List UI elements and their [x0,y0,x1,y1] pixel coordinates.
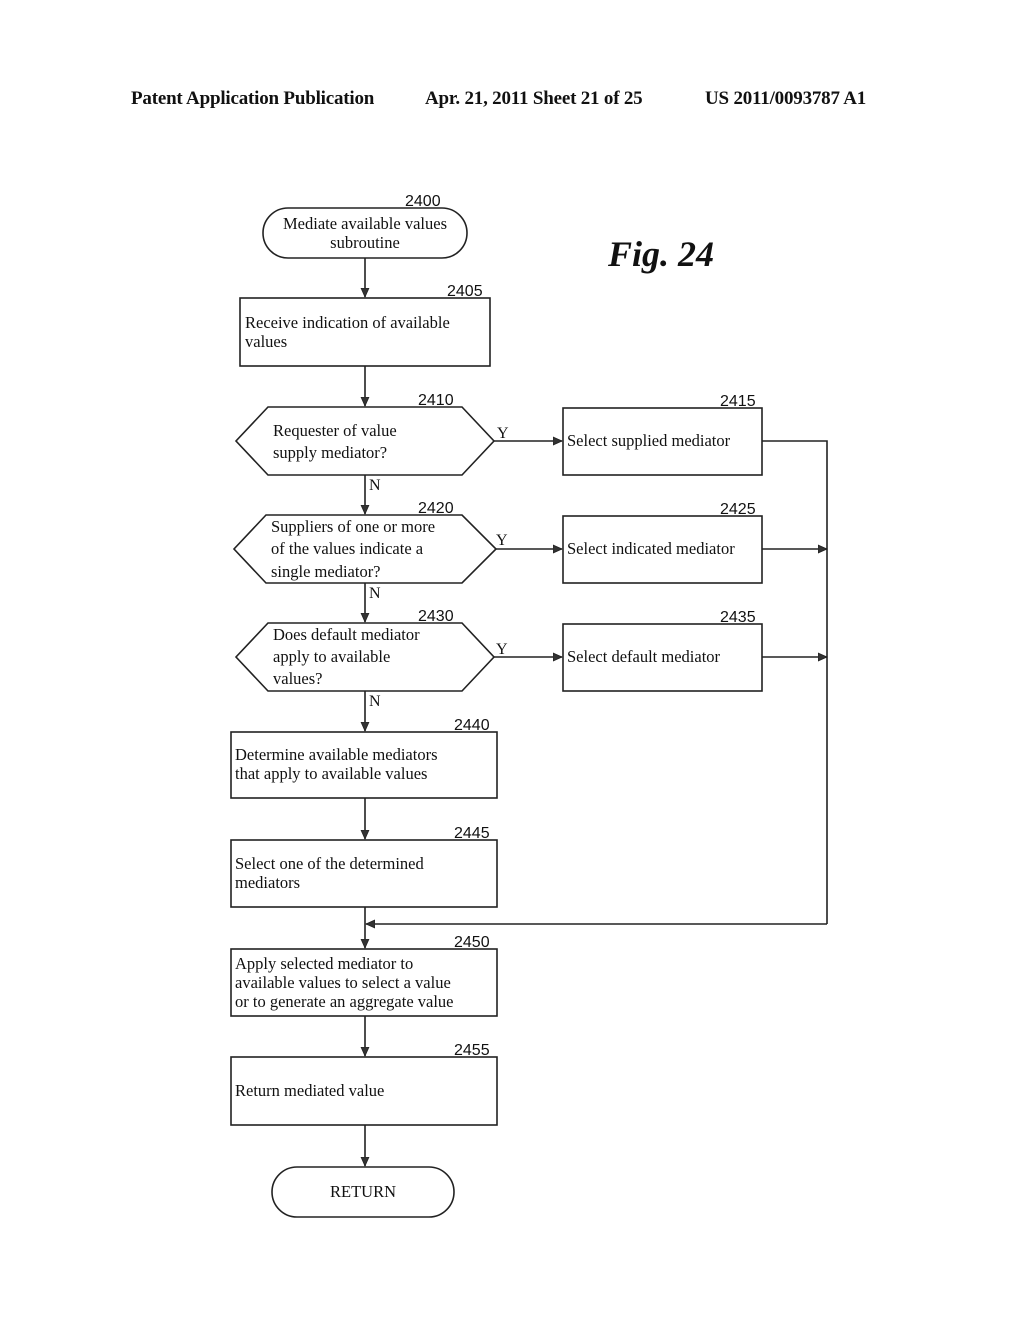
node-text: supply mediator? [273,443,387,462]
node-2450-process: 2450 Apply selected mediator to availabl… [230,934,498,1017]
branch-label-yes: Y [497,425,509,442]
node-text: single mediator? [271,562,381,581]
node-text: Determine available mediators [235,745,438,764]
node-text: available values to select a value [235,973,451,992]
ref-number: 2440 [454,717,490,734]
node-2445-process: 2445 Select one of the determined mediat… [230,825,498,908]
figure-label: Fig. 24 [607,234,714,274]
node-text: Select one of the determined [235,854,425,873]
node-text: Select default mediator [567,647,721,666]
branch-label-yes: Y [496,641,508,658]
ref-number: 2415 [720,393,756,410]
node-text: Select supplied mediator [567,431,731,450]
ref-number: 2420 [418,500,454,517]
node-2455-process: 2455 Return mediated value [230,1042,498,1126]
ref-number: 2445 [454,825,490,842]
node-text: subroutine [330,233,400,252]
branch-label-no: N [369,477,381,494]
node-text: values? [273,669,322,688]
branch-label-no: N [369,585,381,602]
node-2440-process: 2440 Determine available mediators that … [230,717,498,799]
node-2400-start-terminal: 2400 Mediate available values subroutine [262,193,468,259]
branch-label-no: N [369,693,381,710]
node-text: RETURN [330,1182,396,1201]
node-text: mediators [235,873,300,892]
node-text: or to generate an aggregate value [235,992,454,1011]
node-2415-process: 2415 Select supplied mediator [562,393,763,476]
ref-number: 2425 [720,501,756,518]
flowchart: Fig. 24 Y N Y N Y N 2400 Mediate availab… [230,193,1024,1218]
node-2435-process: 2435 Select default mediator [562,609,763,692]
node-text: Does default mediator [273,625,420,644]
ref-number: 2430 [418,608,454,625]
node-text: Suppliers of one or more [271,517,435,536]
ref-number: 2450 [454,934,490,951]
node-text: Mediate available values [283,214,447,233]
node-text: values [245,332,287,351]
node-text: Receive indication of available [245,313,450,332]
node-text: Apply selected mediator to [235,954,413,973]
node-return-terminal: RETURN [271,1166,455,1218]
node-text: apply to available [273,647,390,666]
ref-number: 2410 [418,392,454,409]
node-text: Requester of value [273,421,397,440]
ref-number: 2400 [405,193,441,210]
ref-number: 2455 [454,1042,490,1059]
branch-label-yes: Y [496,532,508,549]
ref-number: 2405 [447,283,483,300]
node-text: of the values indicate a [271,539,424,558]
node-text: Select indicated mediator [567,539,735,558]
node-text: Return mediated value [235,1081,384,1100]
node-text: that apply to available values [235,764,427,783]
edge-2415-merge [762,440,828,924]
node-2425-process: 2425 Select indicated mediator [562,501,763,584]
ref-number: 2435 [720,609,756,626]
